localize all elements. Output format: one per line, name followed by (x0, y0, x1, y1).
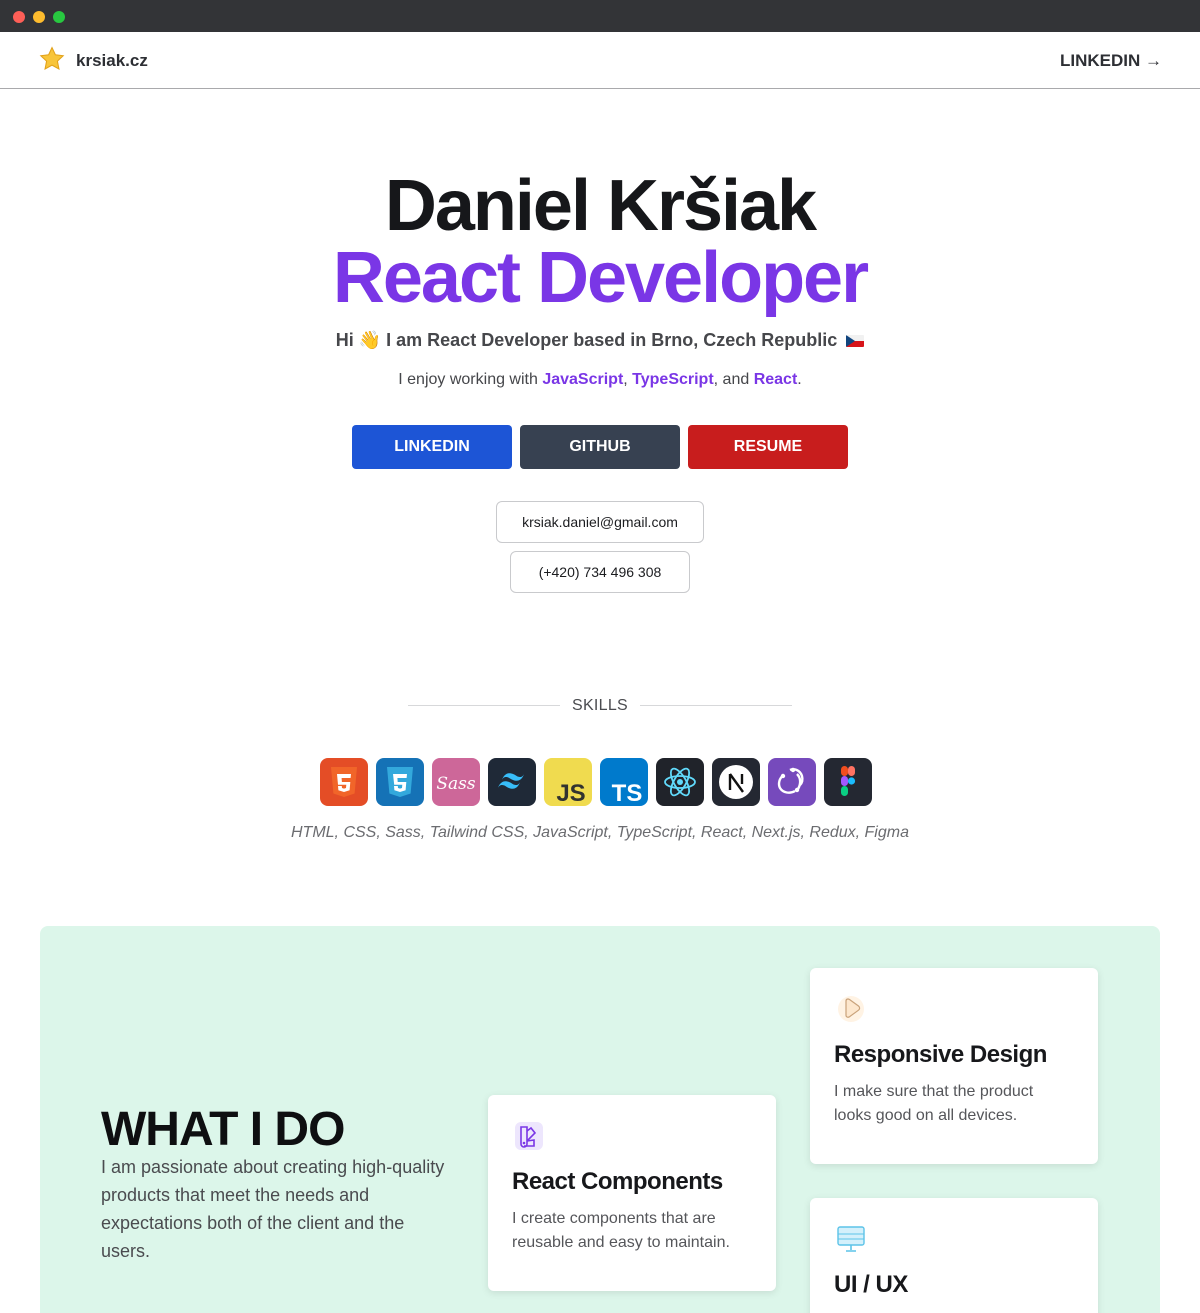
html5-icon (320, 758, 368, 806)
redux-icon (768, 758, 816, 806)
top-nav: krsiak.cz LINKEDIN → (0, 32, 1200, 89)
nextjs-icon (712, 758, 760, 806)
css3-icon (376, 758, 424, 806)
maximize-window-button[interactable] (53, 11, 65, 23)
czech-flag-icon (846, 335, 865, 347)
svg-text:JS: JS (556, 780, 585, 806)
brand-link[interactable]: krsiak.cz (76, 51, 148, 71)
card-react-components: React Components I create components tha… (488, 1095, 776, 1291)
card-responsive-design: Responsive Design I make sure that the p… (810, 968, 1098, 1164)
components-swatch-icon (515, 1122, 543, 1150)
star-logo-icon[interactable] (39, 46, 65, 72)
phone-pill[interactable]: (+420) 734 496 308 (510, 551, 690, 593)
tech-typescript: TypeScript (632, 371, 714, 388)
nav-linkedin-link[interactable]: LINKEDIN → (1060, 51, 1162, 71)
tech-prefix: I enjoy working with (398, 371, 543, 388)
tech-javascript: JavaScript (542, 371, 624, 388)
github-button[interactable]: GITHUB (520, 425, 680, 469)
tech-sep-2: , and (713, 371, 754, 388)
intro-hi: Hi (335, 330, 354, 350)
close-window-button[interactable] (13, 11, 25, 23)
what-i-do-text: I am passionate about creating high-qual… (101, 1157, 445, 1261)
typescript-icon: TS (600, 758, 648, 806)
resume-button[interactable]: RESUME (688, 425, 848, 469)
tech-sep-1: , (623, 371, 633, 388)
what-i-do-title: WHAT I DO (101, 1103, 345, 1156)
linkedin-button[interactable]: LINKEDIN (352, 425, 512, 469)
react-icon (656, 758, 704, 806)
figma-icon (824, 758, 872, 806)
card-title: Responsive Design (834, 1041, 1047, 1068)
card-title: React Components (512, 1168, 723, 1195)
javascript-icon: JS (544, 758, 592, 806)
tech-suffix: . (797, 371, 802, 388)
email-pill[interactable]: krsiak.daniel@gmail.com (496, 501, 704, 543)
card-text: I create components that are reusable an… (512, 1210, 730, 1251)
skills-divider-right (640, 705, 792, 706)
skills-title: SKILLS (571, 697, 629, 714)
svg-text:TS: TS (612, 780, 643, 806)
play-icon (838, 996, 864, 1022)
card-ui-ux: UI / UX (810, 1198, 1098, 1313)
svg-text:Sass: Sass (436, 774, 476, 794)
minimize-window-button[interactable] (33, 11, 45, 23)
monitor-icon (837, 1226, 865, 1252)
sass-icon: Sass (432, 758, 480, 806)
skills-list: HTML, CSS, Sass, Tailwind CSS, JavaScrip… (291, 824, 909, 841)
card-title: UI / UX (834, 1271, 908, 1298)
intro-text: I am React Developer based in Brno, Czec… (386, 330, 838, 350)
tech-react: React (753, 371, 798, 388)
hero-intro: Hi 👋 I am React Developer based in Brno,… (0, 330, 1200, 351)
tailwind-icon (488, 758, 536, 806)
waving-hand-icon: 👋 (358, 330, 382, 351)
card-text: I make sure that the product looks good … (834, 1083, 1034, 1124)
hero-role: React Developer (332, 238, 869, 318)
hero-tech-line: I enjoy working with JavaScript, TypeScr… (0, 371, 1200, 389)
window-titlebar (0, 0, 1200, 32)
